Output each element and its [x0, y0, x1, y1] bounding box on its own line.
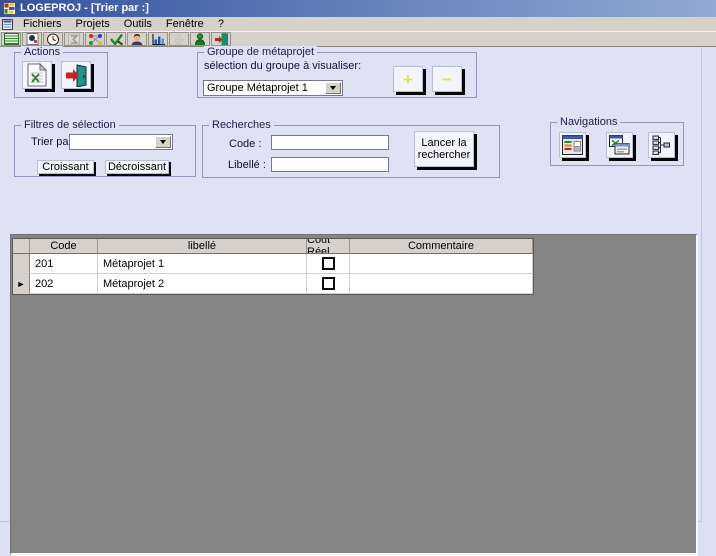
- header-cout-reel[interactable]: Cout Réel: [307, 239, 350, 254]
- metaproject-combobox[interactable]: Groupe Métaprojet 1: [203, 80, 343, 96]
- filters-groupbox: Filtres de sélection Trier par : Croissa…: [14, 125, 196, 177]
- add-group-button[interactable]: +: [393, 66, 423, 92]
- toolbar-sum-button[interactable]: [64, 32, 84, 46]
- cell-code[interactable]: 202: [30, 274, 98, 294]
- metaproject-select-label: sélection du groupe à visualiser:: [204, 60, 361, 72]
- filters-groupbox-title: Filtres de sélection: [21, 119, 119, 131]
- row-selector-cell[interactable]: ►: [13, 274, 30, 294]
- bar-chart-icon: [151, 33, 166, 46]
- libelle-input[interactable]: [271, 157, 389, 172]
- user-icon: [130, 33, 144, 46]
- cell-code[interactable]: 201: [30, 254, 98, 274]
- header-libelle[interactable]: libellé: [98, 239, 307, 254]
- metaproject-groupbox-title: Groupe de métaprojet: [204, 46, 317, 58]
- search-groupbox: Recherches Code : Libellé : Lancer la re…: [202, 125, 500, 178]
- table-header-row: Code libellé Cout Réel Commentaire: [13, 239, 533, 254]
- menu-fenetre[interactable]: Fenêtre: [159, 17, 211, 31]
- remove-group-button[interactable]: −: [432, 66, 462, 92]
- cell-commentaire[interactable]: [350, 254, 533, 274]
- sort-by-combobox[interactable]: [69, 134, 173, 150]
- chevron-down-icon: [330, 86, 336, 90]
- header-commentaire[interactable]: Commentaire: [350, 239, 533, 254]
- toolbar-clock-button[interactable]: [43, 32, 63, 46]
- quit-button[interactable]: [61, 61, 91, 89]
- validate-check-icon: [109, 33, 124, 46]
- header-code[interactable]: Code: [30, 239, 98, 254]
- plus-icon: +: [403, 71, 413, 88]
- table-row[interactable]: 201 Métaprojet 1: [13, 254, 533, 274]
- libelle-label: Libellé :: [228, 159, 266, 171]
- search-groupbox-title: Recherches: [209, 119, 274, 131]
- row-selector-cell[interactable]: [13, 254, 30, 274]
- mdi-child-icon[interactable]: [2, 19, 13, 30]
- code-input[interactable]: [271, 135, 389, 150]
- resource-figure-icon: [193, 33, 207, 46]
- form-client-area: Actions Groupe de métaprojet sélection d…: [0, 47, 702, 522]
- clock-icon: [46, 33, 60, 46]
- toolbar-sparkle-button-disabled[interactable]: [169, 32, 189, 46]
- toolbar-preview-button[interactable]: [22, 32, 42, 46]
- cascade-windows-icon: [609, 135, 630, 155]
- menu-help[interactable]: ?: [211, 17, 231, 31]
- cell-libelle[interactable]: Métaprojet 2: [98, 274, 307, 294]
- cell-cout-reel[interactable]: [307, 254, 350, 274]
- toolbar-network-button[interactable]: [85, 32, 105, 46]
- cout-reel-checkbox[interactable]: [322, 257, 335, 270]
- preview-icon: [25, 33, 40, 45]
- descending-button[interactable]: Décroissant: [105, 160, 169, 174]
- navigation-groupbox: Navigations: [550, 122, 684, 166]
- descending-button-label: Décroissant: [108, 161, 166, 173]
- code-label: Code :: [229, 138, 261, 150]
- cell-cout-reel[interactable]: [307, 274, 350, 294]
- toolbar-validate-button[interactable]: [106, 32, 126, 46]
- ascending-button[interactable]: Croissant: [37, 160, 94, 174]
- nav-cascade-windows-button[interactable]: [606, 132, 633, 158]
- logeproj-window: { "window": { "title": "LOGEPROJ - [Trie…: [0, 0, 716, 528]
- titlebar[interactable]: LOGEPROJ - [Trier par :]: [0, 0, 716, 17]
- navigation-groupbox-title: Navigations: [557, 116, 620, 128]
- minus-icon: −: [442, 71, 452, 88]
- exit-door-icon: [64, 63, 88, 87]
- content-area: Code libellé Cout Réel Commentaire 201 M…: [10, 234, 698, 556]
- menu-fichiers[interactable]: Fichiers: [16, 17, 69, 31]
- table-list-icon: [4, 33, 19, 45]
- table-body: 201 Métaprojet 1 ► 202 Métaprojet 2: [13, 254, 533, 294]
- chevron-down-icon: [160, 140, 166, 144]
- nav-tree-view-button[interactable]: [648, 132, 675, 158]
- exit-door-icon: [214, 33, 229, 46]
- ascending-button-label: Croissant: [42, 161, 88, 173]
- toolbar-resource-button[interactable]: [190, 32, 210, 46]
- actions-groupbox-title: Actions: [21, 46, 63, 58]
- sparkle-disabled-icon: [172, 33, 186, 46]
- toolbar-chart-button[interactable]: [148, 32, 168, 46]
- launch-search-button-label: Lancer la rechercher: [418, 137, 471, 161]
- actions-groupbox: Actions: [14, 52, 108, 98]
- toolbar: [0, 31, 716, 47]
- cell-libelle[interactable]: Métaprojet 1: [98, 254, 307, 274]
- menubar: Fichiers Projets Outils Fenêtre ?: [0, 17, 716, 31]
- form-window-icon: [562, 135, 583, 155]
- metaproject-table: Code libellé Cout Réel Commentaire 201 M…: [12, 238, 534, 295]
- nav-form-view-button[interactable]: [559, 132, 586, 158]
- menu-projets[interactable]: Projets: [69, 17, 117, 31]
- toolbar-user-button[interactable]: [127, 32, 147, 46]
- tree-structure-icon: [651, 135, 672, 155]
- table-row[interactable]: ► 202 Métaprojet 2: [13, 274, 533, 294]
- toolbar-exit-button[interactable]: [211, 32, 231, 46]
- export-document-icon: [26, 63, 48, 87]
- sum-icon: [67, 33, 81, 46]
- metaproject-combobox-value: Groupe Métaprojet 1: [207, 82, 326, 94]
- sort-by-combobox-dropdown-button[interactable]: [155, 136, 171, 148]
- toolbar-table-list-button[interactable]: [1, 32, 21, 46]
- header-selector: [13, 239, 30, 254]
- cout-reel-checkbox[interactable]: [322, 277, 335, 290]
- export-button[interactable]: [22, 61, 52, 89]
- network-icon: [88, 33, 103, 46]
- window-title: LOGEPROJ - [Trier par :]: [20, 0, 149, 17]
- cell-commentaire[interactable]: [350, 274, 533, 294]
- launch-search-button[interactable]: Lancer la rechercher: [414, 131, 474, 167]
- app-grid-icon: [3, 2, 16, 15]
- menu-outils[interactable]: Outils: [117, 17, 159, 31]
- metaproject-combobox-dropdown-button[interactable]: [325, 82, 341, 94]
